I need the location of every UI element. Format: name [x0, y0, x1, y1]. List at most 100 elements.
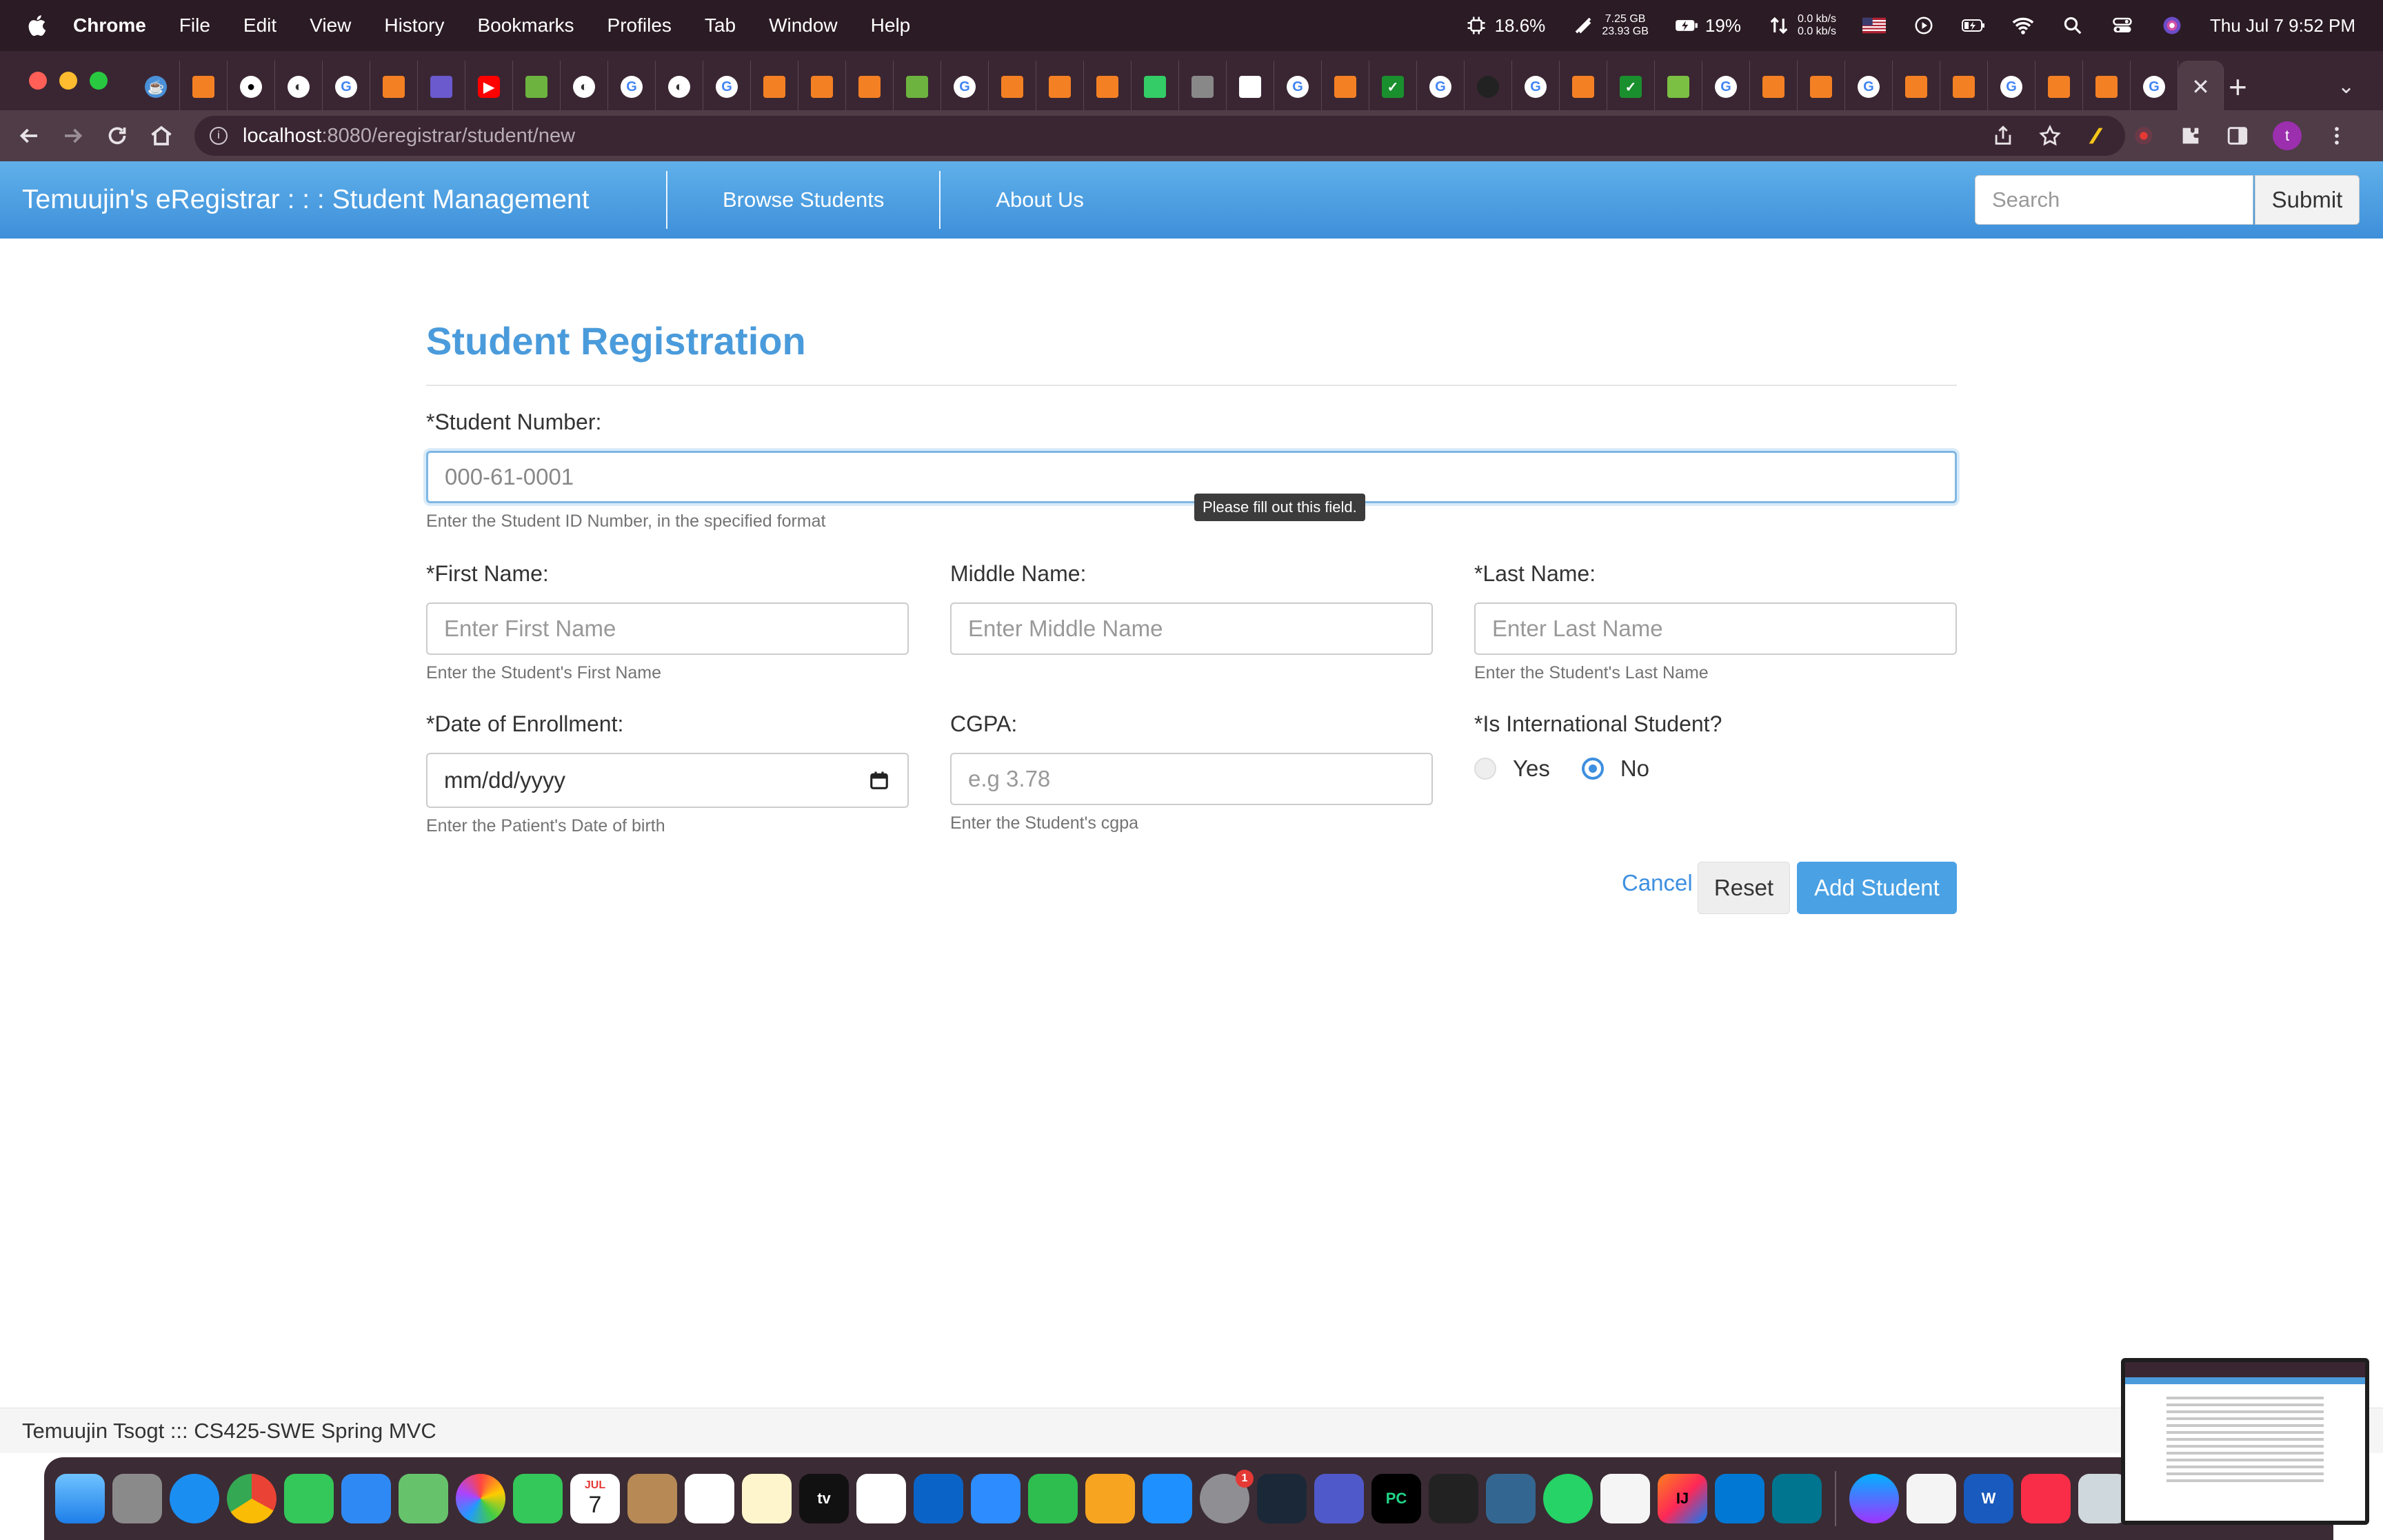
radio-yes-label[interactable]: Yes	[1513, 756, 1550, 782]
tab[interactable]: G	[2131, 61, 2178, 113]
play-circle-icon[interactable]	[1912, 15, 1935, 36]
tab[interactable]	[1036, 61, 1084, 113]
tab[interactable]: G	[1988, 61, 2035, 113]
clock[interactable]: Thu Jul 7 9:52 PM	[2210, 15, 2355, 37]
numbers-icon[interactable]	[1028, 1474, 1078, 1523]
minimize-window-button[interactable]	[59, 72, 77, 90]
facetime-icon[interactable]	[513, 1474, 563, 1523]
intellij-icon[interactable]: IJ	[1658, 1474, 1707, 1523]
tab[interactable]	[751, 61, 798, 113]
tab[interactable]	[1750, 61, 1798, 113]
back-button[interactable]	[7, 123, 51, 148]
news-icon[interactable]	[856, 1474, 906, 1523]
tab[interactable]	[1084, 61, 1132, 113]
tab[interactable]: G	[323, 61, 370, 113]
nav-search-input[interactable]	[1975, 175, 2253, 225]
pycharm-icon[interactable]: PC	[1371, 1474, 1421, 1523]
terminal-icon[interactable]	[1429, 1474, 1478, 1523]
nav-about-us[interactable]: About Us	[941, 171, 1139, 229]
tab[interactable]	[513, 61, 561, 113]
cpu-status[interactable]: 18.6%	[1465, 15, 1545, 37]
tab[interactable]	[846, 61, 894, 113]
launchpad-icon[interactable]	[112, 1474, 162, 1523]
menu-tab[interactable]: Tab	[688, 14, 752, 37]
tab[interactable]: G	[941, 61, 989, 113]
menu-file[interactable]: File	[163, 14, 227, 37]
menu-help[interactable]: Help	[854, 14, 927, 37]
zoom-window-button[interactable]	[90, 72, 108, 90]
us-flag-icon[interactable]	[1862, 15, 1886, 36]
menu-app-chrome[interactable]: Chrome	[73, 14, 163, 37]
apple-menu-icon[interactable]	[0, 14, 73, 37]
menu-profiles[interactable]: Profiles	[591, 14, 688, 37]
siri-icon[interactable]	[2160, 15, 2184, 36]
first-name-input[interactable]: Enter First Name	[426, 602, 909, 655]
postgres-icon[interactable]	[1486, 1474, 1536, 1523]
battery-icon[interactable]	[1962, 15, 1985, 36]
side-panel-icon[interactable]	[2226, 124, 2249, 148]
steam-icon[interactable]	[1257, 1474, 1307, 1523]
safari-icon[interactable]	[170, 1474, 219, 1523]
notes-icon[interactable]	[742, 1474, 792, 1523]
calendar-picker-icon[interactable]	[869, 770, 889, 791]
nav-submit-button[interactable]: Submit	[2255, 175, 2360, 225]
tab[interactable]: ◐	[561, 61, 608, 113]
pgadmin-icon[interactable]	[1600, 1474, 1650, 1523]
tab[interactable]: ◐	[656, 61, 703, 113]
tab[interactable]: G	[608, 61, 656, 113]
close-window-button[interactable]	[29, 72, 47, 90]
system-preferences-icon[interactable]: 1	[1200, 1470, 1254, 1523]
word-icon[interactable]: W	[1964, 1474, 2013, 1523]
battery-status[interactable]: 19%	[1675, 15, 1741, 37]
wifi-icon[interactable]	[2011, 15, 2035, 36]
menu-history[interactable]: History	[368, 14, 461, 37]
app-store-icon[interactable]	[1143, 1474, 1192, 1523]
tab[interactable]	[1132, 61, 1179, 113]
tab[interactable]: ✓	[1369, 61, 1417, 113]
tab[interactable]	[798, 61, 846, 113]
teams-icon[interactable]	[1314, 1474, 1364, 1523]
tab[interactable]	[1940, 61, 1988, 113]
home-button[interactable]	[139, 123, 183, 148]
whatsapp-icon[interactable]	[1543, 1474, 1593, 1523]
close-tab-icon[interactable]: ✕	[2191, 74, 2210, 100]
enrollment-date-input[interactable]: mm/dd/yyyy	[426, 753, 909, 808]
music-icon[interactable]	[2021, 1474, 2071, 1523]
tab[interactable]: ✓	[1607, 61, 1655, 113]
share-icon[interactable]	[1991, 124, 2015, 148]
photos-icon[interactable]	[456, 1474, 505, 1523]
student-number-input[interactable]: 000-61-0001	[426, 451, 1957, 503]
extension-bolt-icon[interactable]	[2085, 124, 2109, 148]
tab[interactable]	[1893, 61, 1940, 113]
bookmark-star-icon[interactable]	[2038, 124, 2062, 148]
cgpa-input[interactable]: e.g 3.78	[950, 753, 1433, 805]
radio-yes[interactable]	[1474, 758, 1496, 780]
tab[interactable]	[1322, 61, 1369, 113]
forward-button[interactable]	[51, 123, 95, 148]
cancel-link[interactable]: Cancel	[1622, 870, 1693, 896]
memory-status[interactable]: 7.25 GB 23.93 GB	[1571, 13, 1649, 38]
tab[interactable]	[1798, 61, 1845, 113]
outlook-icon[interactable]	[914, 1474, 963, 1523]
address-bar[interactable]: i localhost:8080/eregistrar/student/new	[194, 116, 2125, 156]
tab[interactable]: ●	[228, 61, 275, 113]
radio-no-label[interactable]: No	[1620, 756, 1649, 782]
tab[interactable]	[1560, 61, 1607, 113]
maps-icon[interactable]	[399, 1474, 448, 1523]
tab[interactable]	[418, 61, 465, 113]
mail-icon[interactable]	[341, 1474, 391, 1523]
tab[interactable]	[989, 61, 1036, 113]
tab[interactable]: G	[1845, 61, 1893, 113]
chrome-icon[interactable]	[227, 1474, 276, 1523]
reminders-icon[interactable]	[685, 1474, 734, 1523]
finder-icon[interactable]	[55, 1474, 105, 1523]
tab[interactable]: ☕	[132, 61, 180, 113]
tab[interactable]: G	[1702, 61, 1750, 113]
tab[interactable]	[1465, 61, 1512, 113]
tab[interactable]	[894, 61, 941, 113]
new-tab-button[interactable]: +	[2229, 66, 2247, 108]
tab-search-chevron-icon[interactable]: ⌄	[2337, 74, 2355, 99]
contacts-icon[interactable]	[627, 1474, 677, 1523]
apple-tv-icon[interactable]: tv	[799, 1474, 849, 1523]
tab[interactable]	[2035, 61, 2083, 113]
